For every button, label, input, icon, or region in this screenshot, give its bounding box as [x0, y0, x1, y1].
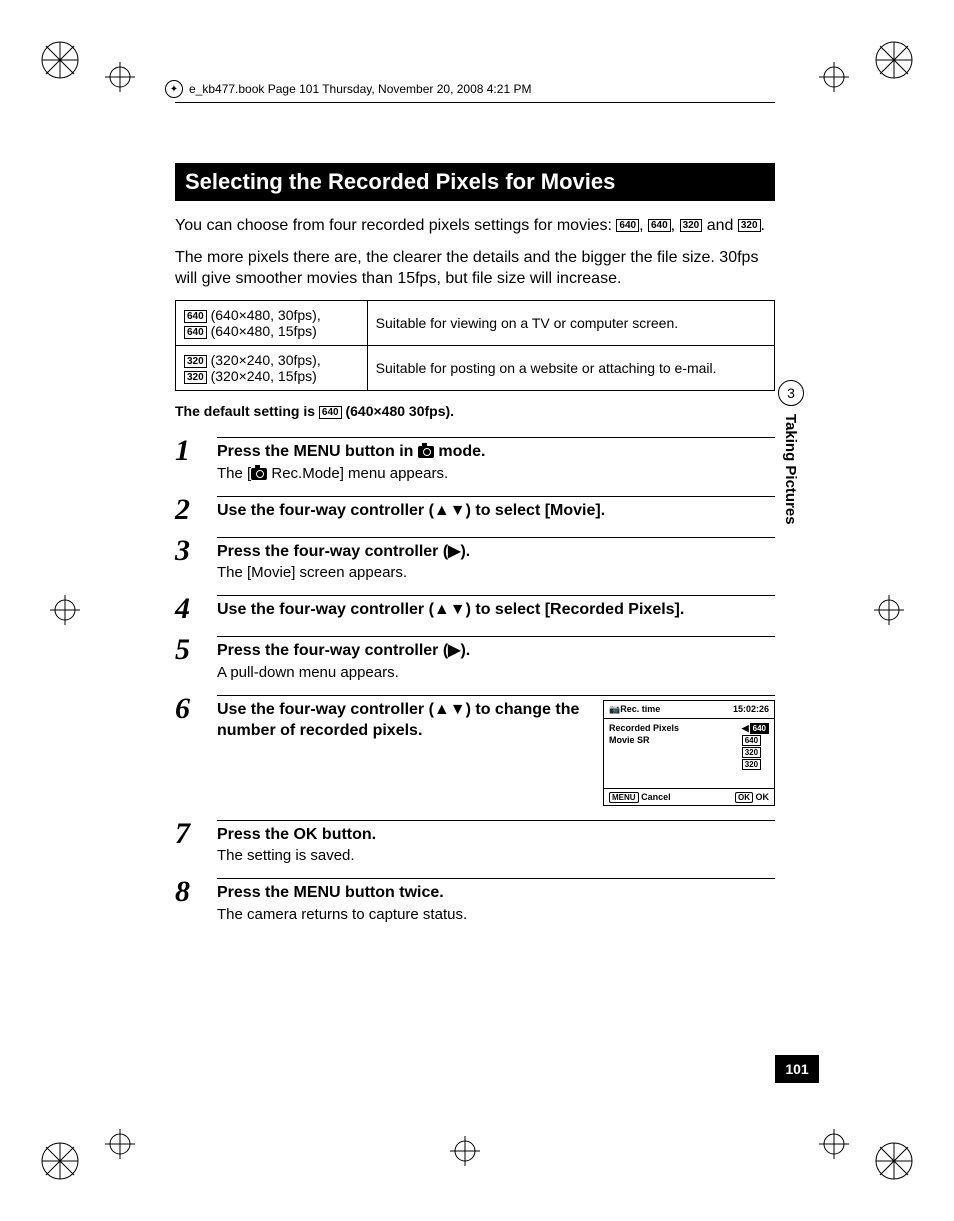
step-title: Use the four-way controller (▲▼) to sele…: [217, 501, 775, 522]
camera-icon: [251, 468, 267, 480]
option-640-selected: 640: [750, 723, 769, 734]
default-setting: The default setting is 640 (640×480 30fp…: [175, 403, 775, 419]
registration-mark-icon: [450, 1136, 480, 1166]
step-8: 8 Press the MENU button twice. The camer…: [175, 878, 775, 923]
pixel-icon-640: 640: [616, 219, 639, 232]
registration-mark-icon: [50, 595, 80, 625]
side-tab: 3 Taking Pictures: [778, 380, 804, 525]
option-320: 320: [742, 759, 761, 770]
radial-mark-icon: [40, 1141, 80, 1181]
intro-paragraph-1: You can choose from four recorded pixels…: [175, 215, 775, 237]
chapter-number: 3: [778, 380, 804, 406]
radial-mark-icon: [874, 1141, 914, 1181]
lcd-screen-illustration: 📷Rec. time 15:02:26 Recorded Pixels Movi…: [603, 700, 775, 805]
screen-options-list: ◀640 640 320 320: [742, 723, 769, 769]
step-number: 4: [175, 595, 217, 622]
step-number: 2: [175, 496, 217, 523]
ok-button-label: OK: [293, 826, 317, 843]
step-6: 6 Use the four-way controller (▲▼) to ch…: [175, 695, 775, 805]
registration-mark-icon: [819, 62, 849, 92]
registration-mark-icon: [105, 62, 135, 92]
pixel-icon-320: 320: [738, 219, 761, 232]
pixel-icon-640: 640: [648, 219, 671, 232]
pixel-icon-640: 640: [319, 406, 342, 419]
screen-rec-time-label: 📷Rec. time: [609, 704, 660, 715]
registration-mark-icon: [105, 1129, 135, 1159]
table-row: 640 (640×480, 30fps), 640 (640×480, 15fp…: [176, 300, 775, 345]
step-5: 5 Press the four-way controller (▶). A p…: [175, 636, 775, 681]
step-3: 3 Press the four-way controller (▶). The…: [175, 537, 775, 582]
ok-button-icon: OK: [735, 792, 753, 803]
step-description: The setting is saved.: [217, 847, 775, 864]
screen-rec-time-value: 15:02:26: [733, 704, 769, 715]
page-number: 101: [775, 1055, 819, 1083]
chapter-label: Taking Pictures: [782, 414, 799, 525]
step-title: Press the MENU button in mode.: [217, 442, 775, 463]
pixel-icon-320: 320: [184, 355, 207, 368]
step-description: A pull-down menu appears.: [217, 664, 775, 681]
left-arrow-icon: ◀: [742, 723, 749, 734]
source-header: ✦ e_kb477.book Page 101 Thursday, Novemb…: [165, 80, 775, 98]
screen-row-recorded-pixels: Recorded Pixels: [609, 723, 736, 733]
divider: [175, 102, 775, 103]
table-cell-specs: 320 (320×240, 30fps), 320 (320×240, 15fp…: [176, 345, 368, 390]
step-title: Press the OK button.: [217, 825, 775, 846]
step-1: 1 Press the MENU button in mode. The [ R…: [175, 437, 775, 482]
registration-mark-icon: [819, 1129, 849, 1159]
step-title: Use the four-way controller (▲▼) to chan…: [217, 700, 587, 742]
step-number: 5: [175, 636, 217, 663]
option-640: 640: [742, 735, 761, 746]
step-number: 3: [175, 537, 217, 564]
table-cell-desc: Suitable for posting on a website or att…: [367, 345, 774, 390]
menu-button-label: MENU: [293, 884, 340, 901]
table-cell-specs: 640 (640×480, 30fps), 640 (640×480, 15fp…: [176, 300, 368, 345]
registration-mark-icon: [874, 595, 904, 625]
pixel-icon-320: 320: [680, 219, 703, 232]
step-description: The [ Rec.Mode] menu appears.: [217, 465, 775, 482]
step-7: 7 Press the OK button. The setting is sa…: [175, 820, 775, 865]
step-title: Use the four-way controller (▲▼) to sele…: [217, 600, 775, 621]
screen-row-movie-sr: Movie SR: [609, 735, 736, 745]
step-description: The [Movie] screen appears.: [217, 564, 775, 581]
table-row: 320 (320×240, 30fps), 320 (320×240, 15fp…: [176, 345, 775, 390]
step-title: Press the four-way controller (▶).: [217, 542, 775, 563]
pixel-icon-320: 320: [184, 371, 207, 384]
screen-cancel: MENU Cancel: [609, 792, 671, 802]
camera-icon: [418, 446, 434, 458]
pixel-icon-640: 640: [184, 310, 207, 323]
settings-table: 640 (640×480, 30fps), 640 (640×480, 15fp…: [175, 300, 775, 391]
option-320: 320: [742, 747, 761, 758]
menu-button-label: MENU: [293, 443, 340, 460]
radial-mark-icon: [874, 40, 914, 80]
step-number: 8: [175, 878, 217, 905]
intro-paragraph-2: The more pixels there are, the clearer t…: [175, 247, 775, 290]
step-title: Press the MENU button twice.: [217, 883, 775, 904]
step-number: 1: [175, 437, 217, 464]
screen-ok: OK OK: [735, 792, 769, 802]
menu-button-icon: MENU: [609, 792, 639, 803]
step-number: 7: [175, 820, 217, 847]
book-icon: ✦: [165, 80, 183, 98]
table-cell-desc: Suitable for viewing on a TV or computer…: [367, 300, 774, 345]
radial-mark-icon: [40, 40, 80, 80]
section-heading: Selecting the Recorded Pixels for Movies: [175, 163, 775, 201]
source-text: e_kb477.book Page 101 Thursday, November…: [189, 82, 531, 96]
page-content: ✦ e_kb477.book Page 101 Thursday, Novemb…: [175, 80, 775, 937]
pixel-icon-640: 640: [184, 326, 207, 339]
step-description: The camera returns to capture status.: [217, 906, 775, 923]
step-2: 2 Use the four-way controller (▲▼) to se…: [175, 496, 775, 523]
step-4: 4 Use the four-way controller (▲▼) to se…: [175, 595, 775, 622]
step-number: 6: [175, 695, 217, 722]
step-title: Press the four-way controller (▶).: [217, 641, 775, 662]
